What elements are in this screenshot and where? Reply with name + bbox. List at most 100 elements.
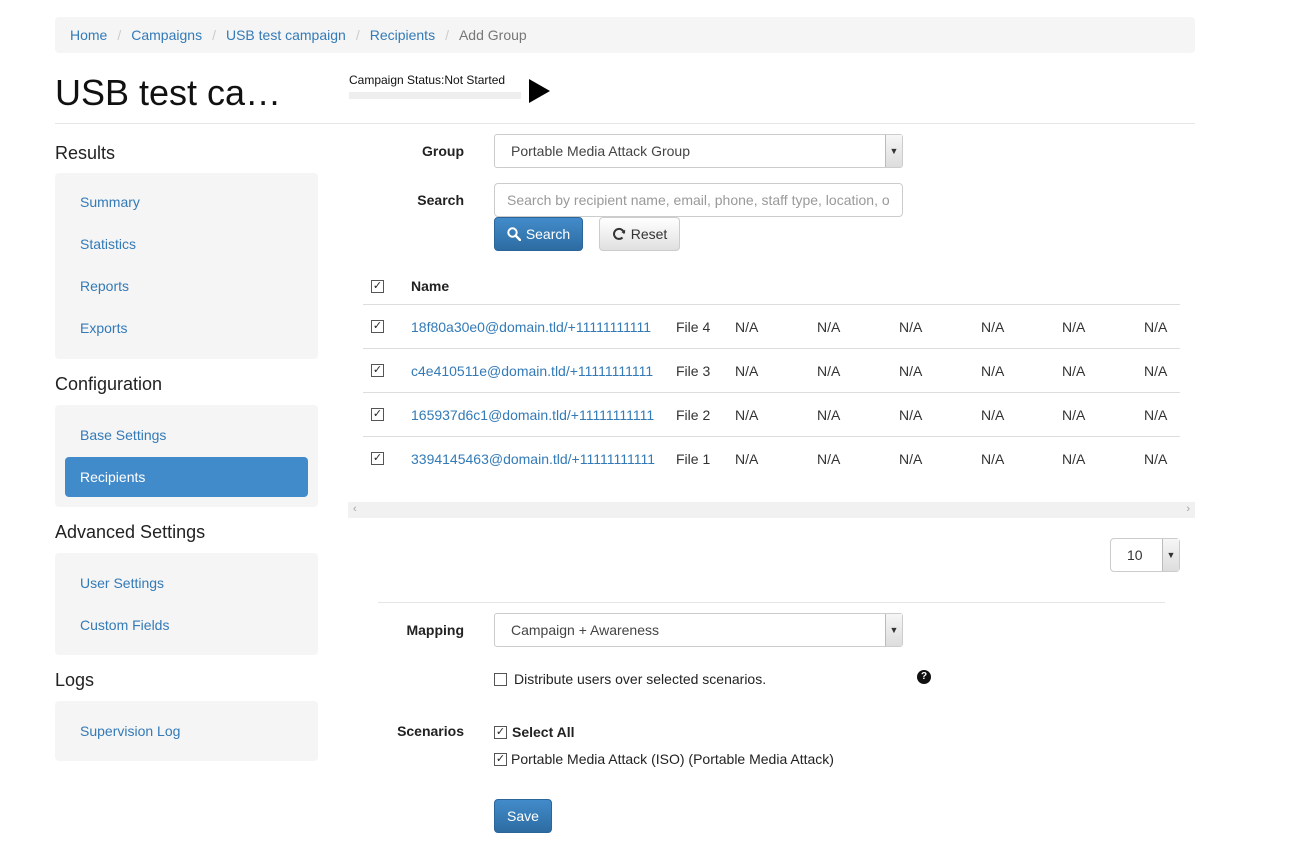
mapping-select[interactable]: Campaign + Awareness ▼ (494, 613, 903, 647)
breadcrumb-separator: / (117, 27, 122, 43)
sidebar-heading-configuration: Configuration (55, 374, 163, 394)
table-cell: N/A (1144, 362, 1168, 379)
table-cell: N/A (899, 362, 923, 379)
select-all-rows-checkbox[interactable]: ✓ (371, 279, 384, 293)
row-checkbox[interactable]: ✓ (371, 364, 384, 377)
distribute-users-option: Distribute users over selected scenarios… (494, 671, 766, 687)
table-row: ✓ 18f80a30e0@domain.tld/+11111111111 File … (363, 304, 1180, 348)
distribute-users-checkbox[interactable] (494, 672, 507, 686)
sidebar-item-supervision-log[interactable]: Supervision Log (65, 711, 308, 751)
chevron-down-icon: ▼ (1162, 539, 1179, 571)
divider (55, 123, 1195, 124)
sidebar-item-reports[interactable]: Reports (65, 266, 308, 306)
sidebar-item-summary[interactable]: Summary (65, 182, 308, 222)
table-cell: N/A (735, 406, 759, 423)
recipient-link[interactable]: 3394145463@domain.tld/+11111111111 (411, 437, 655, 480)
select-all-scenarios-checkbox[interactable]: ✓ (494, 725, 507, 739)
search-button[interactable]: Search (494, 217, 583, 251)
sidebar-item-custom-fields[interactable]: Custom Fields (65, 605, 308, 645)
recipient-link[interactable]: c4e410511e@domain.tld/+11111111111 (411, 349, 653, 392)
status-value: Not Started (444, 73, 506, 87)
campaign-status: Campaign Status:Not Started (349, 73, 521, 99)
sidebar-item-user-settings[interactable]: User Settings (65, 563, 308, 603)
row-checkbox[interactable]: ✓ (371, 408, 384, 421)
group-select[interactable]: Portable Media Attack Group ▼ (494, 134, 903, 168)
search-icon (507, 227, 521, 241)
play-icon[interactable] (529, 79, 550, 103)
table-cell: N/A (1144, 406, 1168, 423)
chevron-down-icon: ▼ (885, 135, 902, 167)
scroll-left-icon[interactable]: ‹ (353, 503, 357, 515)
column-header-name[interactable]: Name (411, 268, 449, 304)
table-cell: N/A (1062, 406, 1086, 423)
reset-button-label: Reset (630, 226, 668, 242)
recipient-link[interactable]: 165937d6c1@domain.tld/+11111111111 (411, 393, 654, 436)
select-all-label[interactable]: Select All (512, 724, 575, 740)
search-button-label: Search (525, 226, 571, 242)
table-cell: N/A (981, 406, 1005, 423)
breadcrumb-campaign[interactable]: USB test campaign (226, 27, 346, 43)
search-label: Search (417, 192, 464, 208)
status-label: Campaign Status: (349, 73, 445, 87)
sidebar-configuration-panel: Base Settings Recipients (55, 405, 318, 507)
breadcrumb-campaigns[interactable]: Campaigns (131, 27, 202, 43)
search-input[interactable] (494, 183, 903, 217)
breadcrumb-current: Add Group (458, 27, 527, 43)
file-cell: File 1 (676, 450, 711, 467)
group-select-value: Portable Media Attack Group (511, 143, 690, 159)
table-cell: N/A (899, 318, 923, 335)
horizontal-scrollbar[interactable]: ‹ › (348, 502, 1195, 518)
scroll-right-icon[interactable]: › (1186, 503, 1190, 515)
sidebar-heading-results: Results (55, 143, 116, 163)
divider (378, 602, 1165, 603)
chevron-down-icon: ▼ (885, 614, 902, 646)
breadcrumb-separator: / (445, 27, 449, 43)
distribute-users-label[interactable]: Distribute users over selected scenarios… (514, 671, 766, 687)
table-cell: N/A (817, 318, 841, 335)
breadcrumb-home[interactable]: Home (70, 27, 107, 43)
sidebar-item-statistics[interactable]: Statistics (65, 224, 308, 264)
scenario-option: ✓ Portable Media Attack (ISO) (Portable … (494, 751, 834, 767)
table-cell: N/A (1062, 362, 1086, 379)
group-label: Group (422, 143, 464, 159)
row-checkbox[interactable]: ✓ (371, 320, 384, 333)
scenario-checkbox[interactable]: ✓ (494, 752, 507, 766)
mapping-select-value: Campaign + Awareness (511, 622, 659, 638)
table-cell: N/A (735, 450, 759, 467)
breadcrumb: Home / Campaigns / USB test campaign / R… (55, 17, 1195, 53)
status-progress-bar (349, 92, 521, 99)
table-cell: N/A (1144, 318, 1168, 335)
save-button[interactable]: Save (494, 799, 552, 833)
sidebar-advanced-panel: User Settings Custom Fields (55, 553, 318, 655)
select-all-option: ✓ Select All (494, 724, 575, 740)
page-title: USB test ca… (55, 72, 282, 113)
table-cell: N/A (817, 362, 841, 379)
table-cell: N/A (1144, 450, 1168, 467)
table-cell: N/A (981, 362, 1005, 379)
breadcrumb-separator: / (355, 27, 360, 43)
table-row: ✓ c4e410511e@domain.tld/+11111111111 File … (363, 348, 1180, 392)
mapping-label: Mapping (406, 622, 464, 638)
sidebar-heading-advanced-settings: Advanced Settings (55, 522, 206, 542)
scenarios-label: Scenarios (397, 723, 464, 739)
sidebar-item-exports[interactable]: Exports (65, 308, 308, 348)
sidebar-item-recipients[interactable]: Recipients (65, 457, 308, 497)
table-cell: N/A (817, 450, 841, 467)
sidebar-logs-panel: Supervision Log (55, 701, 318, 761)
question-circle-icon[interactable]: ? (917, 670, 931, 684)
table-cell: N/A (1062, 450, 1086, 467)
reset-button[interactable]: Reset (599, 217, 680, 251)
page-size-value: 10 (1127, 547, 1143, 563)
table-cell: N/A (817, 406, 841, 423)
breadcrumb-separator: / (212, 27, 216, 43)
row-checkbox[interactable]: ✓ (371, 452, 384, 465)
sidebar-item-base-settings[interactable]: Base Settings (65, 415, 308, 455)
table-row: ✓ 3394145463@domain.tld/+11111111111 File … (363, 436, 1180, 480)
table-cell: N/A (981, 450, 1005, 467)
page-size-select[interactable]: 10 ▼ (1110, 538, 1180, 572)
breadcrumb-recipients[interactable]: Recipients (370, 27, 435, 43)
table-cell: N/A (899, 406, 923, 423)
recipient-link[interactable]: 18f80a30e0@domain.tld/+11111111111 (411, 305, 651, 348)
table-cell: N/A (735, 318, 759, 335)
scenario-label[interactable]: Portable Media Attack (ISO) (Portable Me… (511, 751, 834, 767)
